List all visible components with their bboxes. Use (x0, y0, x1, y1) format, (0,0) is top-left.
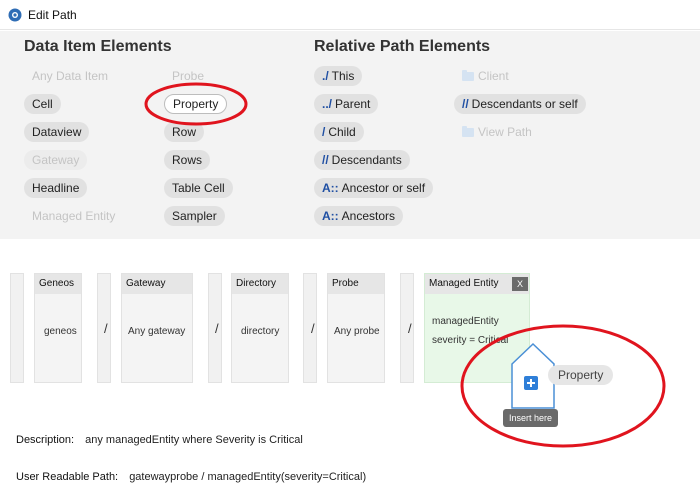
element-palette: Data Item Elements Relative Path Element… (0, 31, 700, 239)
data-item-gateway: Gateway (24, 150, 88, 170)
relative-ancestor-or-self-label: Ancestor or self (341, 181, 426, 195)
path-separator: / (215, 321, 219, 336)
data-item-row[interactable]: Row (164, 122, 205, 142)
readable-path-row: User Readable Path: gatewayprobe / manag… (16, 471, 366, 483)
segment-value: geneos (44, 326, 77, 337)
data-item-elements-heading: Data Item Elements (24, 38, 172, 55)
relative-descendants-prefix: // (322, 153, 329, 167)
data-item-probe: Probe (172, 69, 205, 83)
data-item-table-cell[interactable]: Table Cell (164, 178, 233, 198)
relative-child-prefix: / (322, 125, 326, 139)
path-segment-directory[interactable]: Directory directory (231, 273, 289, 383)
window-title: Edit Path (28, 8, 77, 22)
path-start-strip (10, 273, 24, 383)
segment-header: Directory (232, 274, 288, 294)
relative-child-label: Child (328, 125, 356, 139)
relative-ancestors-label: Ancestors (341, 209, 396, 223)
description-row: Description: any managedEntity where Sev… (16, 434, 303, 446)
relative-ancestor-or-self[interactable]: A:: Ancestor or self (314, 178, 434, 198)
path-separator: / (104, 321, 108, 336)
path-segment-probe[interactable]: Probe Any probe (327, 273, 385, 383)
data-item-any-data-item: Any Data Item (32, 69, 109, 83)
relative-descendants[interactable]: //Descendants (314, 150, 410, 170)
relative-descendants-or-self-label: Descendants or self (471, 97, 578, 111)
relative-parent-label: Parent (335, 97, 371, 111)
remove-segment-button[interactable]: X (512, 277, 528, 291)
app-logo-icon (8, 8, 22, 22)
relative-ancestors[interactable]: A:: Ancestors (314, 206, 404, 226)
segment-line: severity = Critical (432, 335, 509, 346)
data-item-managed-entity: Managed Entity (32, 209, 116, 223)
path-builder: Geneos geneos / Gateway Any gateway / Di… (0, 239, 700, 500)
relative-this-label: This (331, 69, 355, 83)
insert-here-tooltip: Insert here (503, 409, 559, 427)
relative-descendants-label: Descendants (331, 153, 402, 167)
data-item-headline[interactable]: Headline (24, 178, 88, 198)
description-value: any managedEntity where Severity is Crit… (85, 434, 303, 446)
folder-icon (462, 70, 474, 81)
readable-path-label: User Readable Path: (16, 471, 119, 483)
relative-ancestors-prefix: A:: (322, 209, 339, 223)
folder-icon (462, 126, 474, 137)
relative-ancestor-or-self-prefix: A:: (322, 181, 339, 195)
data-item-cell[interactable]: Cell (24, 94, 61, 114)
segment-header: Geneos (35, 274, 81, 294)
path-segment-gateway[interactable]: Gateway Any gateway (121, 273, 193, 383)
description-label: Description: (16, 434, 75, 446)
path-segment-geneos[interactable]: Geneos geneos (34, 273, 82, 383)
data-item-property[interactable]: Property (164, 94, 228, 114)
segment-value: directory (241, 326, 280, 337)
segment-header: Probe (328, 274, 384, 294)
data-item-sampler[interactable]: Sampler (164, 206, 225, 226)
path-separator: / (311, 321, 315, 336)
relative-child[interactable]: / Child (314, 122, 364, 142)
dragged-property-element[interactable]: Property (548, 365, 614, 385)
relative-view-path: View Path (454, 122, 540, 142)
segment-value: Any probe (334, 326, 380, 337)
segment-header: Gateway (122, 274, 192, 294)
relative-path-elements-heading: Relative Path Elements (314, 38, 491, 55)
data-item-dataview[interactable]: Dataview (24, 122, 90, 142)
relative-descendants-or-self-prefix: // (462, 97, 469, 111)
relative-this[interactable]: ./This (314, 66, 363, 86)
relative-descendants-or-self[interactable]: //Descendants or self (454, 94, 586, 114)
relative-client: Client (454, 66, 517, 86)
relative-parent-prefix: ../ (322, 97, 333, 111)
relative-parent[interactable]: ../Parent (314, 94, 379, 114)
relative-view-path-label: View Path (478, 125, 532, 139)
segment-value: Any gateway (128, 326, 186, 337)
readable-path-value: gatewayprobe / managedEntity(severity=Cr… (129, 471, 367, 483)
title-bar: Edit Path (0, 0, 700, 30)
data-item-rows[interactable]: Rows (164, 150, 211, 170)
segment-line: managedEntity (432, 316, 499, 327)
relative-this-prefix: ./ (322, 69, 329, 83)
relative-client-label: Client (478, 69, 509, 83)
path-separator: / (408, 321, 412, 336)
